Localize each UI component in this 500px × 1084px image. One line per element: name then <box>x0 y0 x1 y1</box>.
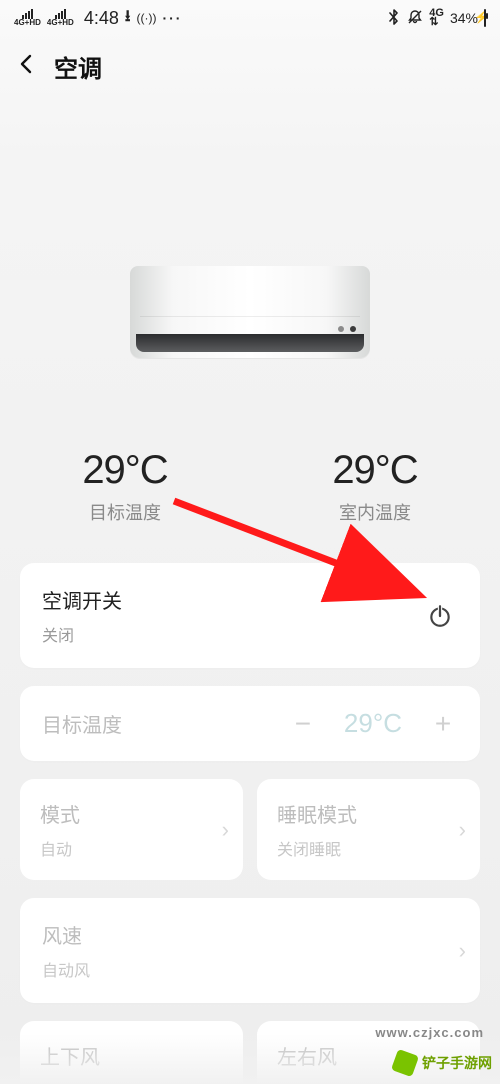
watermark-brand: 铲子手游网 <box>422 1053 492 1073</box>
sleep-card-title: 睡眠模式 <box>277 799 460 828</box>
status-bar: 4G+HD 4G+HD 4:48 ⭳ ((·)) ··· 4G⇅ 34% ⚡ <box>0 0 500 36</box>
room-temp-label: 室内温度 <box>332 499 417 525</box>
chevron-right-icon: › <box>459 938 466 964</box>
back-icon[interactable] <box>16 53 38 79</box>
hwind-card-sub: 关闭 <box>277 1078 460 1084</box>
bluetooth-icon <box>387 9 401 28</box>
chevron-right-icon: › <box>222 817 229 843</box>
status-right: 4G⇅ 34% ⚡ <box>387 9 486 28</box>
chevron-right-icon: › <box>459 817 466 843</box>
more-icon: ··· <box>162 10 182 26</box>
wind-card-sub: 自动风 <box>42 957 458 981</box>
power-button[interactable] <box>422 598 458 634</box>
clock: 4:48 <box>84 8 119 29</box>
vwind-card[interactable]: 上下风 自动 <box>20 1021 243 1084</box>
battery-icon: ⚡ <box>484 10 486 26</box>
power-card-state: 关闭 <box>42 622 122 646</box>
vwind-card-title: 上下风 <box>40 1041 223 1070</box>
power-card-title: 空调开关 <box>42 585 122 614</box>
temp-stepper-value: 29°C <box>344 708 402 739</box>
target-temp-card[interactable]: 目标温度 − 29°C + <box>20 686 480 761</box>
watermark: www.czjxc.com 铲子手游网 <box>394 1052 492 1074</box>
temp-decrease-button[interactable]: − <box>288 710 318 738</box>
sleep-card-sub: 关闭睡眠 <box>277 836 460 860</box>
download-icon: ⭳ <box>125 5 131 32</box>
target-temp-card-title: 目标温度 <box>42 709 122 738</box>
wind-card-title: 风速 <box>42 920 458 949</box>
wind-card[interactable]: 风速 自动风 › <box>20 898 480 1003</box>
status-left: 4G+HD 4G+HD 4:48 ⭳ ((·)) ··· <box>14 5 182 32</box>
ac-illustration-icon <box>130 266 370 358</box>
vwind-card-sub: 自动 <box>40 1078 223 1084</box>
page-title: 空调 <box>54 49 102 84</box>
temperature-readout: 29°C 目标温度 29°C 室内温度 <box>0 448 500 525</box>
dnd-icon <box>407 9 423 28</box>
sleep-card[interactable]: 睡眠模式 关闭睡眠 › <box>257 779 480 880</box>
temp-increase-button[interactable]: + <box>428 710 458 738</box>
network-type: 4G⇅ <box>429 9 444 27</box>
target-temp-label: 目标温度 <box>82 499 167 525</box>
target-temp-value: 29°C <box>82 448 167 493</box>
target-temp-block: 29°C 目标温度 <box>82 448 167 525</box>
hotspot-icon: ((·)) <box>136 11 156 25</box>
temp-stepper: − 29°C + <box>288 708 458 739</box>
mode-card[interactable]: 模式 自动 › <box>20 779 243 880</box>
signal-2-icon: 4G+HD <box>47 9 74 26</box>
device-image <box>0 266 500 358</box>
room-temp-block: 29°C 室内温度 <box>332 448 417 525</box>
nav-bar: 空调 <box>0 36 500 96</box>
signal-1-icon: 4G+HD <box>14 9 41 26</box>
room-temp-value: 29°C <box>332 448 417 493</box>
mode-card-sub: 自动 <box>40 836 223 860</box>
power-card[interactable]: 空调开关 关闭 <box>20 563 480 668</box>
watermark-url: www.czjxc.com <box>375 1025 484 1040</box>
mode-card-title: 模式 <box>40 799 223 828</box>
watermark-logo-icon <box>391 1049 419 1077</box>
power-icon <box>427 603 453 629</box>
